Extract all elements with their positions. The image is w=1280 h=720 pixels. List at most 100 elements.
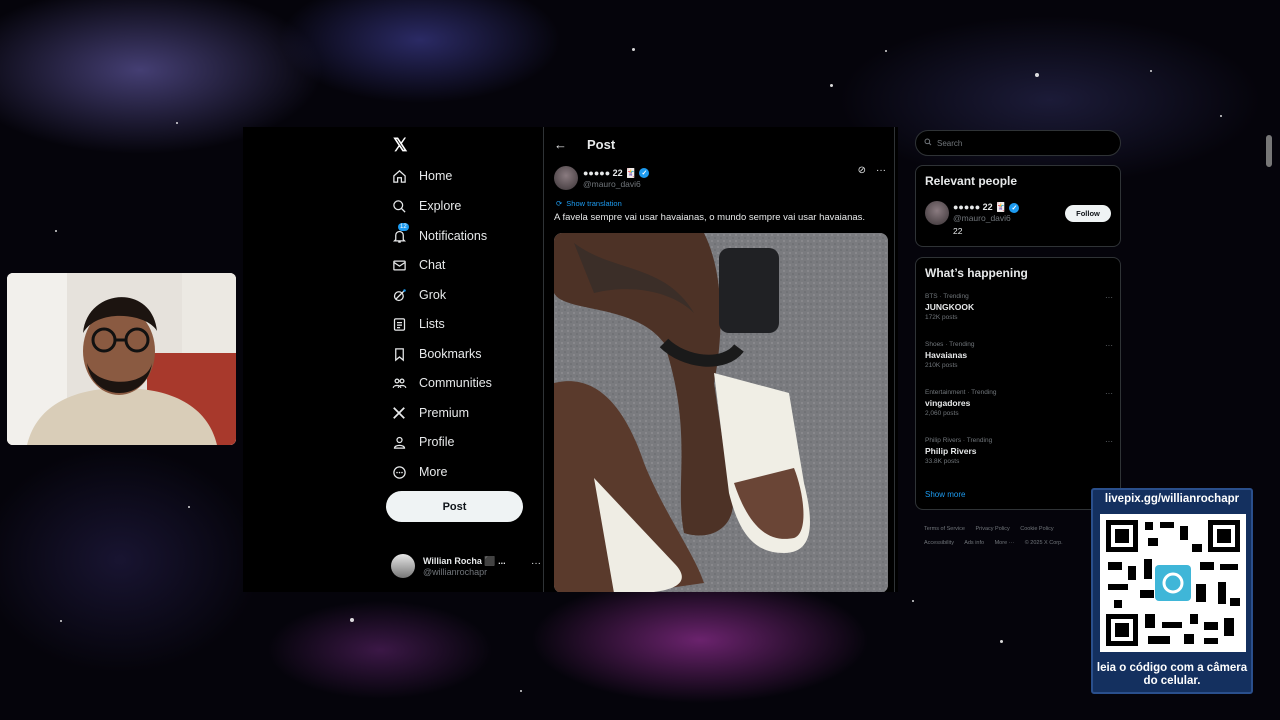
avatar	[391, 554, 415, 578]
trend-meta: Shoes · Trending	[925, 341, 975, 348]
more-dots-icon[interactable]: ···	[1105, 341, 1113, 350]
person-handle: @mauro_davi6	[953, 213, 1011, 223]
x-logo-icon	[391, 405, 407, 421]
nav-label: Profile	[419, 435, 455, 449]
post-text: A favela sempre vai usar havaianas, o mu…	[554, 212, 866, 223]
nav-label: Grok	[419, 288, 447, 302]
avatar[interactable]	[554, 166, 578, 190]
nav-label: More	[419, 465, 448, 479]
footer-link[interactable]: More ···	[995, 540, 1015, 546]
nav-label: Explore	[419, 199, 462, 213]
nav-chat[interactable]: Chat	[391, 252, 445, 278]
x-logo-icon[interactable]: 𝕏	[393, 135, 413, 155]
list-icon	[391, 316, 407, 332]
trend-count: 172K posts	[925, 314, 958, 321]
trend-count: 2,060 posts	[925, 410, 959, 417]
account-name: Willian Rocha ⬛ ...	[423, 555, 506, 566]
trend-meta: Entertainment · Trending	[925, 389, 997, 396]
trend-count: 33.8K posts	[925, 458, 960, 465]
author-name: ●●●●● 22 🃏	[583, 167, 637, 178]
show-more-link[interactable]: Show more	[925, 490, 965, 499]
relevant-people-card: Relevant people ●●●●● 22 🃏 ✓ @mauro_davi6…	[915, 165, 1121, 247]
notification-badge: 12	[398, 223, 409, 231]
show-translation-link[interactable]: ⟳ Show translation	[556, 199, 622, 208]
nav-label: Premium	[419, 406, 470, 420]
x-app-window: 𝕏 Home Explore 12 Notifications Chat Gro…	[243, 127, 898, 592]
more-dots-icon[interactable]: ···	[1105, 437, 1113, 446]
trend-name: vingadores	[925, 398, 971, 408]
livepix-caption: leia o código com a câmera do celular.	[1096, 662, 1248, 687]
post-button[interactable]: Post	[386, 491, 523, 522]
nav-grok[interactable]: Grok	[391, 282, 446, 308]
trend-name: JUNGKOOK	[925, 302, 975, 312]
trend-name: Philip Rivers	[925, 446, 977, 456]
back-arrow-icon[interactable]: ←	[554, 137, 567, 152]
more-dots-icon[interactable]: ···	[876, 165, 886, 176]
search-icon	[391, 198, 407, 214]
nav-lists[interactable]: Lists	[391, 311, 445, 337]
more-circle-icon	[391, 464, 407, 480]
more-dots-icon[interactable]: ···	[1105, 389, 1113, 398]
verified-badge-icon: ✓	[639, 168, 650, 178]
trend-item[interactable]: Shoes · Trending Havaianas 210K posts ··…	[925, 341, 1113, 381]
trend-name: Havaianas	[925, 350, 968, 360]
post-author[interactable]: ●●●●● 22 🃏 ✓ @mauro_davi6	[554, 165, 889, 191]
search-input[interactable]: Search	[915, 130, 1121, 156]
translate-icon: ⟳	[556, 199, 563, 208]
communities-icon	[391, 375, 407, 391]
grok-icon	[391, 287, 407, 303]
scrollbar[interactable]	[1265, 127, 1273, 592]
trend-meta: Philip Rivers · Trending	[925, 437, 993, 444]
footer-link[interactable]: Accessibility	[924, 540, 954, 546]
nav-label: Communities	[419, 376, 492, 390]
scrollbar-thumb[interactable]	[1266, 135, 1272, 167]
footer-link[interactable]: Cookie Policy	[1020, 526, 1053, 532]
footer-copyright: © 2025 X Corp.	[1024, 540, 1063, 546]
trend-item[interactable]: BTS · Trending JUNGKOOK 172K posts ···	[925, 293, 1113, 333]
page-title: Post	[587, 136, 616, 152]
more-dots-icon: ···	[531, 558, 541, 569]
profile-icon	[391, 434, 407, 450]
nav-explore[interactable]: Explore	[391, 193, 461, 219]
person-bio: 22	[953, 226, 963, 236]
nav-profile[interactable]: Profile	[391, 429, 454, 455]
author-handle: @mauro_davi6	[583, 178, 641, 189]
footer-link[interactable]: Privacy Policy	[976, 526, 1010, 532]
livepix-overlay: livepix.gg/willianrochapr leia o código …	[1091, 488, 1253, 694]
person-name: ●●●●● 22 🃏	[953, 202, 1007, 212]
follow-button[interactable]: Follow	[1065, 205, 1111, 222]
account-handle: @willianrochapr	[423, 566, 488, 577]
relevant-people-title: Relevant people	[925, 174, 1018, 188]
account-switcher[interactable]: Willian Rocha ⬛ ... @willianrochapr ···	[391, 552, 541, 580]
nav-premium[interactable]: Premium	[391, 400, 469, 426]
trend-count: 210K posts	[925, 362, 958, 369]
livepix-url: livepix.gg/willianrochapr	[1104, 493, 1240, 505]
post-image[interactable]	[554, 233, 888, 592]
nav-label: Lists	[419, 317, 445, 331]
nav-notifications[interactable]: 12 Notifications	[391, 223, 487, 249]
left-nav: 𝕏 Home Explore 12 Notifications Chat Gro…	[383, 127, 543, 592]
nav-label: Home	[419, 169, 453, 183]
avatar[interactable]	[925, 201, 949, 225]
trend-item[interactable]: Entertainment · Trending vingadores 2,06…	[925, 389, 1113, 429]
trend-meta: BTS · Trending	[925, 293, 969, 300]
whats-happening-title: What’s happening	[925, 266, 1028, 280]
qr-code	[1100, 514, 1246, 652]
verified-badge-icon: ✓	[1009, 202, 1020, 213]
footer-link[interactable]: Ads info	[964, 540, 984, 546]
bell-icon: 12	[391, 223, 409, 244]
grok-icon[interactable]: ⊘	[858, 165, 866, 176]
show-translation-label: Show translation	[566, 199, 622, 208]
footer-link[interactable]: Terms of Service	[924, 526, 965, 532]
nav-more[interactable]: More	[391, 459, 447, 485]
nav-bookmarks[interactable]: Bookmarks	[391, 341, 482, 367]
nav-communities[interactable]: Communities	[391, 370, 492, 396]
nav-label: Notifications	[419, 229, 488, 243]
trend-item[interactable]: Philip Rivers · Trending Philip Rivers 3…	[925, 437, 1113, 477]
nav-home[interactable]: Home	[391, 163, 452, 189]
bookmark-icon	[391, 346, 407, 362]
nav-label: Chat	[419, 258, 446, 272]
more-dots-icon[interactable]: ···	[1105, 293, 1113, 302]
webcam-overlay	[7, 273, 236, 445]
mail-icon	[391, 257, 407, 273]
